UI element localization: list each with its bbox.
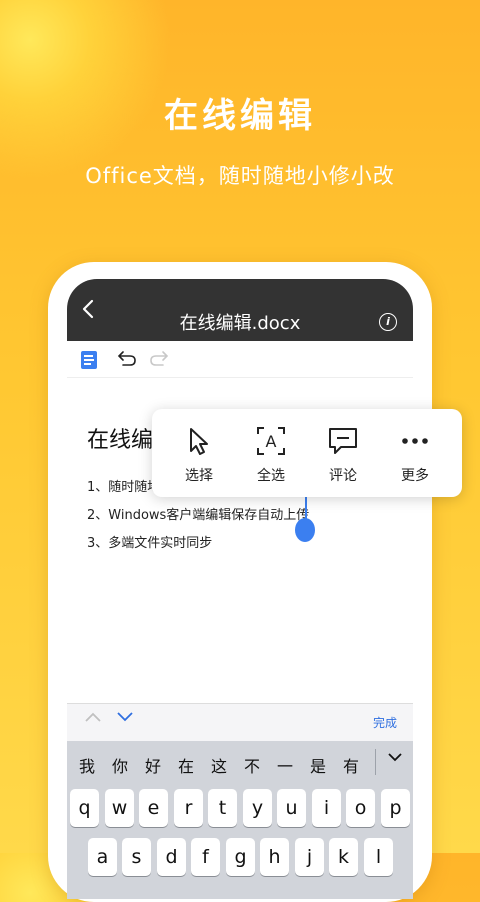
done-button[interactable]: 完成 <box>373 714 397 731</box>
candidate-item[interactable]: 是 <box>308 753 328 777</box>
candidate-item[interactable]: 有 <box>341 753 361 777</box>
selection-context-menu: 选择 A 全选 评论 更多 <box>152 409 462 497</box>
key-l[interactable]: l <box>364 838 393 876</box>
key-q[interactable]: q <box>70 789 99 827</box>
undo-icon[interactable] <box>117 347 137 372</box>
text-cursor <box>305 494 307 520</box>
key-d[interactable]: d <box>157 838 186 876</box>
file-title: 在线编辑.docx <box>179 313 301 334</box>
hero-title: 在线编辑 <box>164 96 316 136</box>
comment-icon <box>327 425 359 457</box>
keyboard-accessory-bar: 完成 <box>67 703 413 742</box>
chevron-up-icon[interactable] <box>83 708 103 729</box>
edit-toolbar <box>67 341 413 378</box>
key-h[interactable]: h <box>260 838 289 876</box>
key-k[interactable]: k <box>329 838 358 876</box>
key-g[interactable]: g <box>226 838 255 876</box>
menu-item-label: 更多 <box>401 468 429 484</box>
key-w[interactable]: w <box>105 789 134 827</box>
menu-item-label: 评论 <box>329 468 357 484</box>
select-all-glyph: A <box>266 432 277 451</box>
candidate-item[interactable]: 这 <box>209 753 229 777</box>
menu-item-comment[interactable]: 评论 <box>308 409 378 497</box>
menu-item-label: 全选 <box>257 468 285 484</box>
key-i[interactable]: i <box>312 789 341 827</box>
expand-chevron-icon[interactable] <box>387 749 403 768</box>
info-glyph: i <box>386 315 390 328</box>
key-t[interactable]: t <box>208 789 237 827</box>
chevron-down-icon[interactable] <box>115 708 135 729</box>
key-j[interactable]: j <box>295 838 324 876</box>
document-line-3: 3、多端文件实时同步 <box>87 536 213 551</box>
key-p[interactable]: p <box>381 789 410 827</box>
document-line-2: 2、Windows客户端编辑保存自动上传 <box>87 508 310 523</box>
phone-screen: 在线编辑.docx i 在线编 1、随时随地 2、Windows客户端编辑保存自… <box>67 279 413 899</box>
more-icon <box>399 425 431 457</box>
menu-item-select[interactable]: 选择 <box>164 409 234 497</box>
cursor-drag-handle[interactable] <box>295 518 315 542</box>
candidate-item[interactable]: 不 <box>242 753 262 777</box>
key-f[interactable]: f <box>191 838 220 876</box>
info-icon[interactable]: i <box>379 313 397 331</box>
key-e[interactable]: e <box>139 789 168 827</box>
candidate-divider <box>375 749 376 775</box>
hero-subtitle: Office文档，随时随地小修小改 <box>85 164 395 188</box>
key-y[interactable]: y <box>243 789 272 827</box>
candidate-item[interactable]: 我 <box>77 753 97 777</box>
cursor-icon <box>183 425 215 457</box>
candidate-item[interactable]: 好 <box>143 753 163 777</box>
document-icon[interactable] <box>81 351 97 369</box>
menu-item-select-all[interactable]: A 全选 <box>236 409 306 497</box>
key-s[interactable]: s <box>122 838 151 876</box>
candidate-item[interactable]: 你 <box>110 753 130 777</box>
key-o[interactable]: o <box>346 789 375 827</box>
phone-frame: 在线编辑.docx i 在线编 1、随时随地 2、Windows客户端编辑保存自… <box>48 262 432 902</box>
document-heading: 在线编 <box>87 428 154 453</box>
candidate-item[interactable]: 在 <box>176 753 196 777</box>
key-a[interactable]: a <box>88 838 117 876</box>
menu-item-more[interactable]: 更多 <box>380 409 450 497</box>
app-titlebar: 在线编辑.docx i <box>67 279 413 341</box>
key-r[interactable]: r <box>174 789 203 827</box>
select-all-icon: A <box>255 425 287 457</box>
key-u[interactable]: u <box>277 789 306 827</box>
redo-icon[interactable] <box>149 347 169 372</box>
candidate-item[interactable]: 一 <box>275 753 295 777</box>
candidate-bar: 我 你 好 在 这 不 一 是 有 <box>67 741 413 783</box>
menu-item-label: 选择 <box>185 468 213 484</box>
keyboard: 我 你 好 在 这 不 一 是 有 q w e r t y u i o p a … <box>67 741 413 899</box>
document-line-1: 1、随时随地 <box>87 480 161 495</box>
